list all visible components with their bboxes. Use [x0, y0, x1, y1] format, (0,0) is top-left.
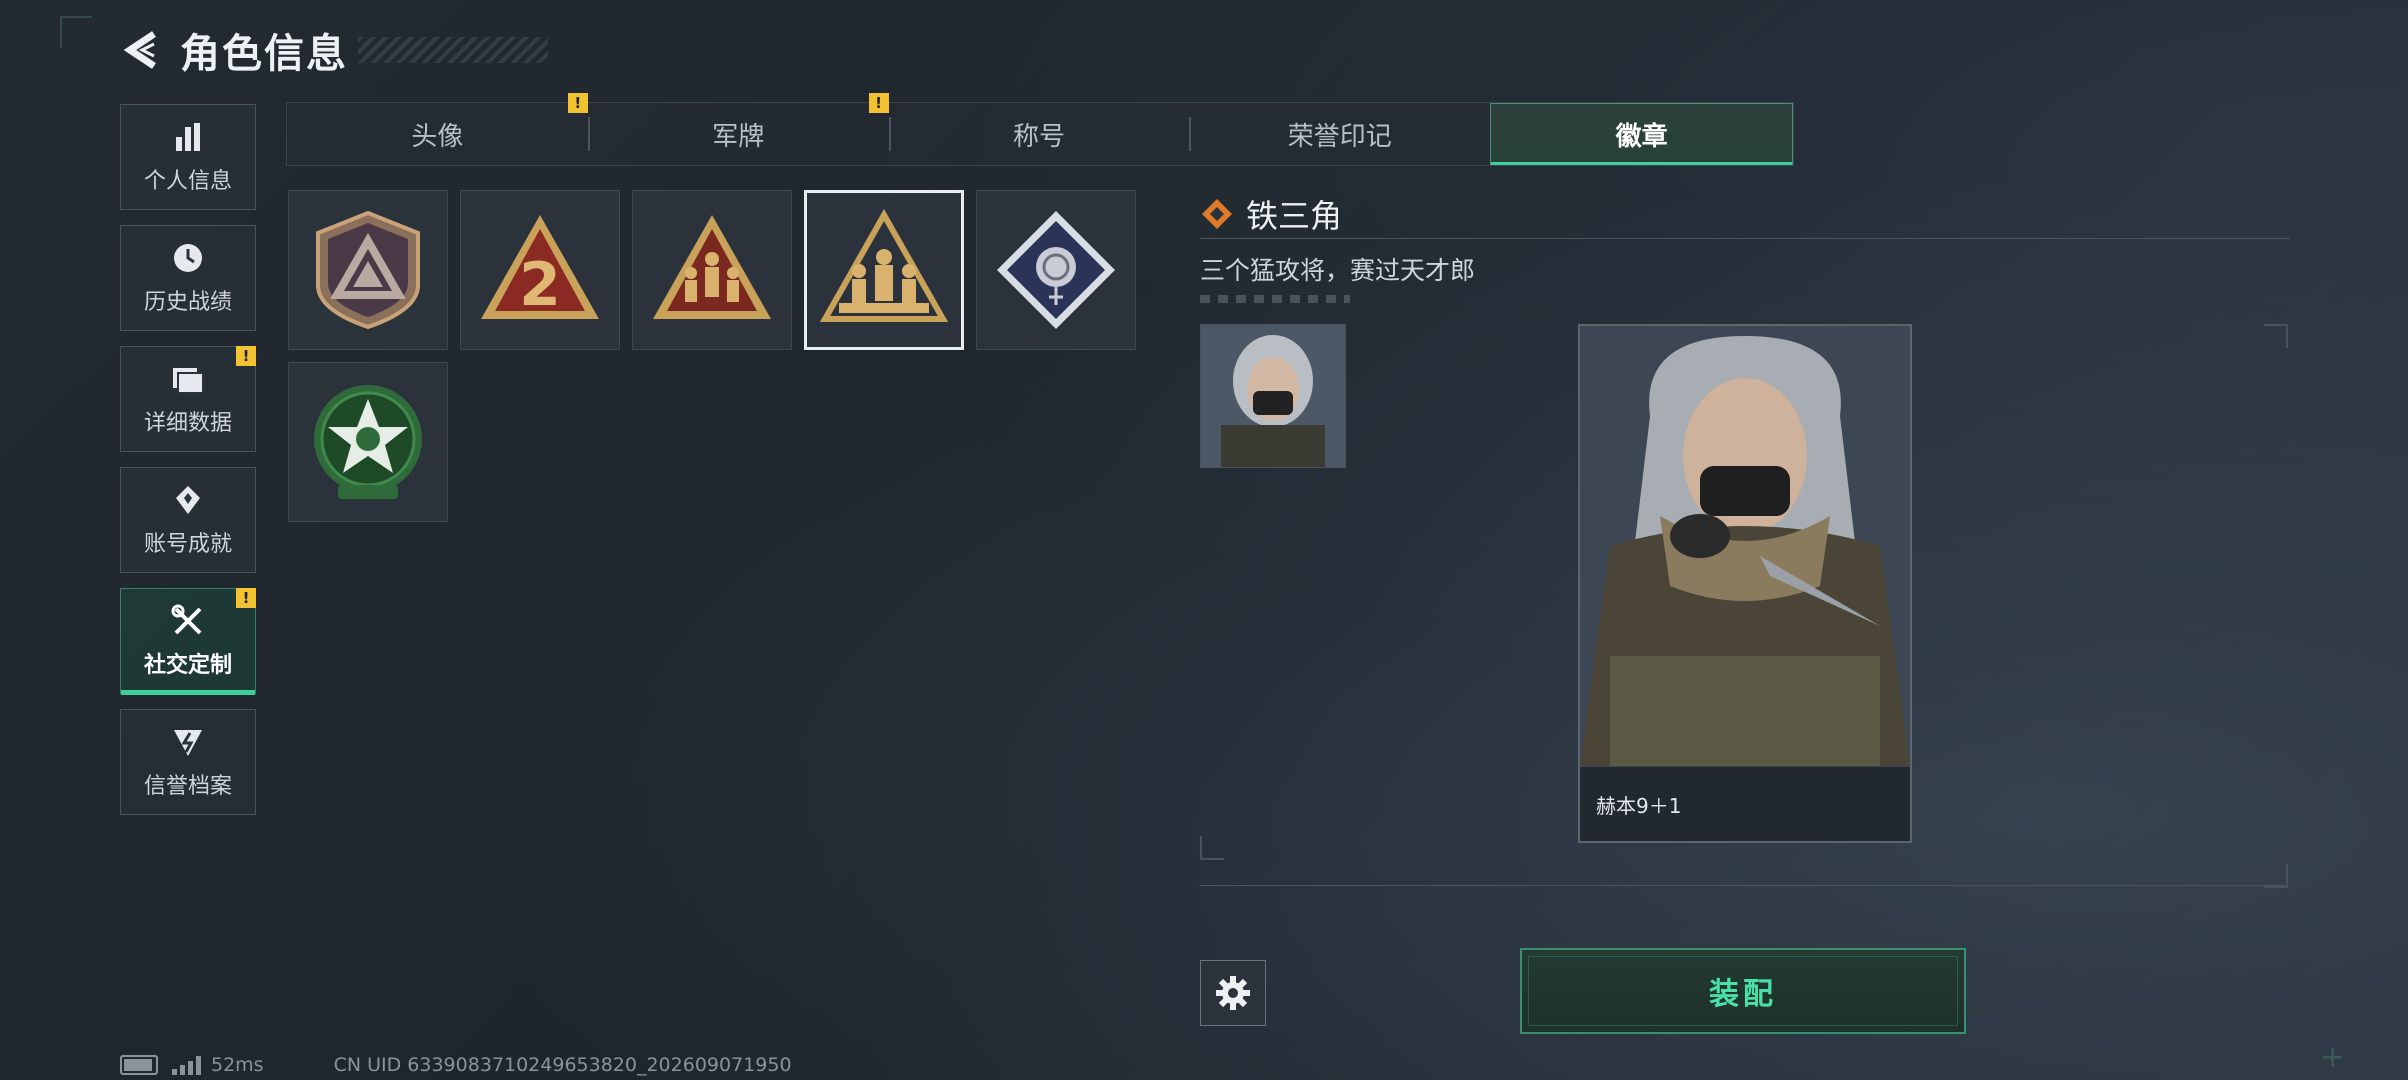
- gear-icon: [1216, 976, 1250, 1010]
- side-nav: 个人信息 历史战绩 详细数据 ! 账号成就 社交定制 ! 信誉档案: [120, 104, 258, 830]
- alert-badge: !: [567, 93, 588, 113]
- soldiers-triangle-badge-icon: [653, 215, 771, 319]
- medal-icon: [176, 486, 200, 514]
- tab-bar: 头像! 军牌! 称号 荣誉印记 徽章: [286, 93, 1794, 166]
- shield-triangle-badge-icon: [316, 210, 420, 330]
- badge-cell[interactable]: [632, 190, 792, 350]
- alert-badge: !: [236, 346, 256, 366]
- badge-cell[interactable]: [976, 190, 1136, 350]
- corner-bracket: [2264, 324, 2288, 348]
- star-skull-green-badge-icon: [314, 385, 422, 499]
- avatar-thumbnail[interactable]: [1200, 324, 1346, 468]
- character-name: 赫本9＋1: [1580, 767, 1910, 841]
- tab-avatar[interactable]: 头像!: [287, 93, 588, 165]
- badge-cell-selected[interactable]: [804, 190, 964, 350]
- rose-diamond-badge-icon: [997, 211, 1115, 329]
- battery-icon: [120, 1055, 158, 1075]
- character-card[interactable]: 赫本9＋1: [1578, 324, 1912, 843]
- ping-value: 52ms: [211, 1054, 264, 1076]
- tab-honor-mark[interactable]: 荣誉印记: [1189, 103, 1490, 165]
- nav-item-achievements[interactable]: 账号成就: [120, 467, 256, 573]
- portrait-thumbnail-image: [1201, 325, 1345, 467]
- nav-item-detailed-data[interactable]: 详细数据 !: [120, 346, 256, 452]
- badge-description: 三个猛攻将，赛过天才郎: [1200, 256, 1476, 285]
- nav-item-label: 个人信息: [143, 169, 232, 194]
- settings-button[interactable]: [1200, 960, 1266, 1026]
- tools-icon: [171, 604, 202, 635]
- nav-item-personal-info[interactable]: 个人信息: [120, 104, 256, 210]
- clock-icon: [174, 244, 202, 272]
- badge-detail: 铁三角 三个猛攻将，赛过天才郎: [1200, 190, 2290, 303]
- status-bar: 52ms CN UID 6339083710249653820_20260907…: [120, 1054, 792, 1076]
- nav-item-label: 社交定制: [143, 653, 232, 678]
- shield-bolt-icon: [174, 730, 202, 756]
- nav-item-history[interactable]: 历史战绩: [120, 225, 256, 331]
- alert-badge: !: [236, 588, 256, 608]
- corner-mark: [60, 16, 92, 48]
- corner-bracket: [1200, 836, 1224, 860]
- tab-label: 军牌: [712, 121, 765, 152]
- diamond-rank-icon: [1202, 199, 1232, 229]
- badge-cell[interactable]: [288, 362, 448, 522]
- signal-icon: [172, 1055, 201, 1075]
- badge-cell[interactable]: 2: [460, 190, 620, 350]
- corner-plus-mark: +: [2320, 1040, 2346, 1075]
- title-decoration: [358, 37, 548, 63]
- equip-button-label: 装配: [1709, 977, 1777, 1012]
- tab-label: 称号: [1012, 121, 1065, 152]
- tab-label: 头像: [411, 121, 464, 152]
- badge-name: 铁三角: [1246, 197, 1343, 235]
- soldiers-gold-triangle-badge-icon: [819, 208, 949, 322]
- description-decoration: [1200, 295, 1350, 303]
- nav-item-label: 详细数据: [143, 411, 232, 436]
- bar-chart-icon: [176, 123, 200, 151]
- back-arrow-icon[interactable]: [120, 28, 164, 72]
- tab-title[interactable]: 称号: [888, 103, 1190, 165]
- equip-button[interactable]: 装配: [1520, 948, 1966, 1034]
- nav-item-social-custom[interactable]: 社交定制 !: [120, 588, 256, 695]
- page-header: 角色信息: [120, 22, 548, 78]
- badge-grid: 2: [288, 190, 1148, 522]
- nav-item-label: 账号成就: [143, 532, 232, 557]
- nav-item-label: 历史战绩: [143, 290, 232, 315]
- alert-badge: !: [868, 93, 889, 113]
- tab-label: 徽章: [1615, 121, 1668, 152]
- svg-text:2: 2: [519, 250, 561, 320]
- nav-item-credit-record[interactable]: 信誉档案: [120, 709, 256, 815]
- tab-dog-tag[interactable]: 军牌!: [587, 93, 889, 165]
- badge-cell[interactable]: [288, 190, 448, 350]
- number-2-triangle-badge-icon: 2: [481, 215, 599, 320]
- badge-detail-header: 铁三角: [1200, 190, 2290, 239]
- user-uid: CN UID 6339083710249653820_202609071950: [333, 1054, 792, 1076]
- page-title: 角色信息: [180, 31, 348, 77]
- tab-badge[interactable]: 徽章: [1490, 103, 1793, 165]
- tab-label: 荣誉印记: [1287, 121, 1392, 152]
- folder-icon: [173, 368, 204, 394]
- nav-item-label: 信誉档案: [143, 774, 232, 799]
- divider-line: [1200, 885, 2285, 886]
- character-portrait-image: [1580, 326, 1910, 841]
